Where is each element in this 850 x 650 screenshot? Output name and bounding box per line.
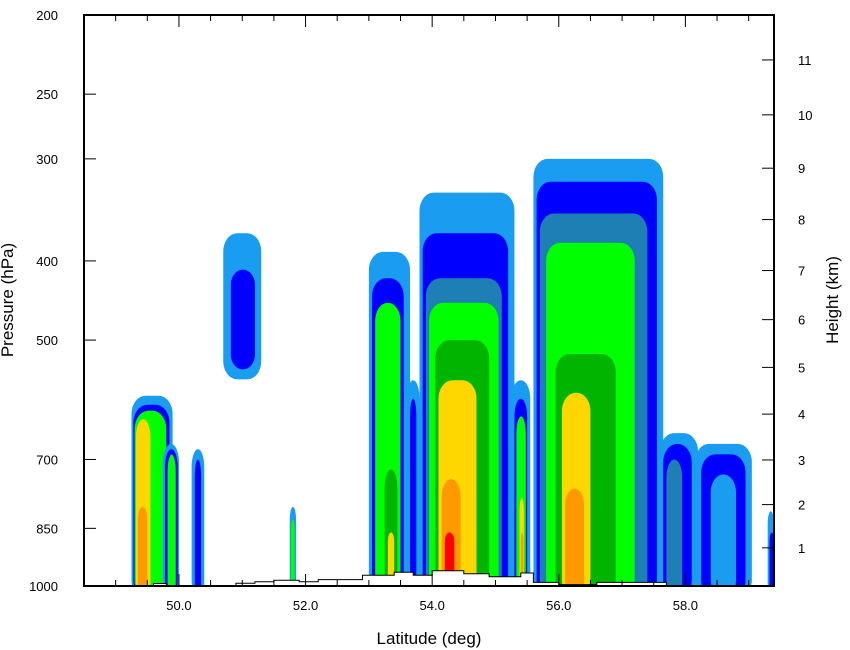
contour-level-9-5: [520, 532, 524, 586]
y-tick-label: 850: [36, 521, 58, 536]
contour-level-6-5: [387, 532, 395, 586]
height-tick-label: 10: [798, 108, 812, 123]
y-tick-label: 1000: [29, 579, 58, 594]
contour-level-10-7: [565, 488, 585, 586]
contour-cell-6: [368, 251, 411, 586]
contour-level-11-3: [666, 459, 683, 586]
contour-cell-8: [419, 192, 515, 586]
contour-cell-7: [406, 380, 420, 586]
contour-cell-11: [660, 433, 699, 586]
y-tick-label: 200: [36, 8, 58, 23]
x-axis-label: Latitude (deg): [377, 629, 482, 648]
y-tick-label: 700: [36, 452, 58, 467]
contour-level-2-3: [167, 454, 176, 586]
contour-level-1-5: [137, 506, 148, 586]
x-tick-label: 52.0: [293, 598, 318, 613]
contour-level-7-2: [410, 398, 417, 586]
contour-cell-3: [191, 449, 205, 586]
contour-level-3-2: [194, 459, 202, 586]
x-tick-label: 50.0: [166, 598, 191, 613]
height-tick-label: 7: [798, 264, 805, 279]
contour-cell-2: [163, 443, 179, 586]
height-tick-label: 8: [798, 213, 805, 228]
height-tick-label: 4: [798, 407, 805, 422]
y-axis-label: Pressure (hPa): [0, 243, 17, 357]
y-tick-label: 250: [36, 87, 58, 102]
x-tick-label: 56.0: [546, 598, 571, 613]
cross-section-chart: 50.0 52.0 54.0 56.0 58.0 200 250 300 400 500 700 8…: [0, 8, 842, 648]
height-tick-label: 9: [798, 161, 805, 176]
contour-level-12-3: [710, 474, 737, 586]
height-tick-label: 11: [798, 53, 812, 68]
contour-cell-9: [511, 380, 531, 586]
height-tick-label: 1: [798, 541, 805, 556]
height-tick-label: 5: [798, 360, 805, 375]
y-axis-left: 200 250 300 400 500 700 850 1000: [29, 8, 96, 594]
y-tick-label: 500: [36, 333, 58, 348]
contour-level-8-8: [444, 532, 455, 586]
height-tick-label: 6: [798, 313, 805, 328]
height-tick-label: 3: [798, 453, 805, 468]
height-tick-label: 2: [798, 498, 805, 513]
x-tick-label: 58.0: [673, 598, 698, 613]
y-axis-right-label: Height (km): [823, 256, 842, 344]
y-tick-label: 400: [36, 254, 58, 269]
contour-cell-12: [694, 443, 752, 586]
x-tick-label: 54.0: [420, 598, 445, 613]
plot-area: [131, 158, 774, 586]
y-axis-right: 1 2 3 4 5 6 7 8 9 10 11: [762, 53, 812, 556]
y-tick-label: 300: [36, 152, 58, 167]
contour-cell-10: [533, 158, 664, 586]
contour-level-4-2: [230, 269, 255, 370]
contour-cell-4: [223, 233, 262, 380]
